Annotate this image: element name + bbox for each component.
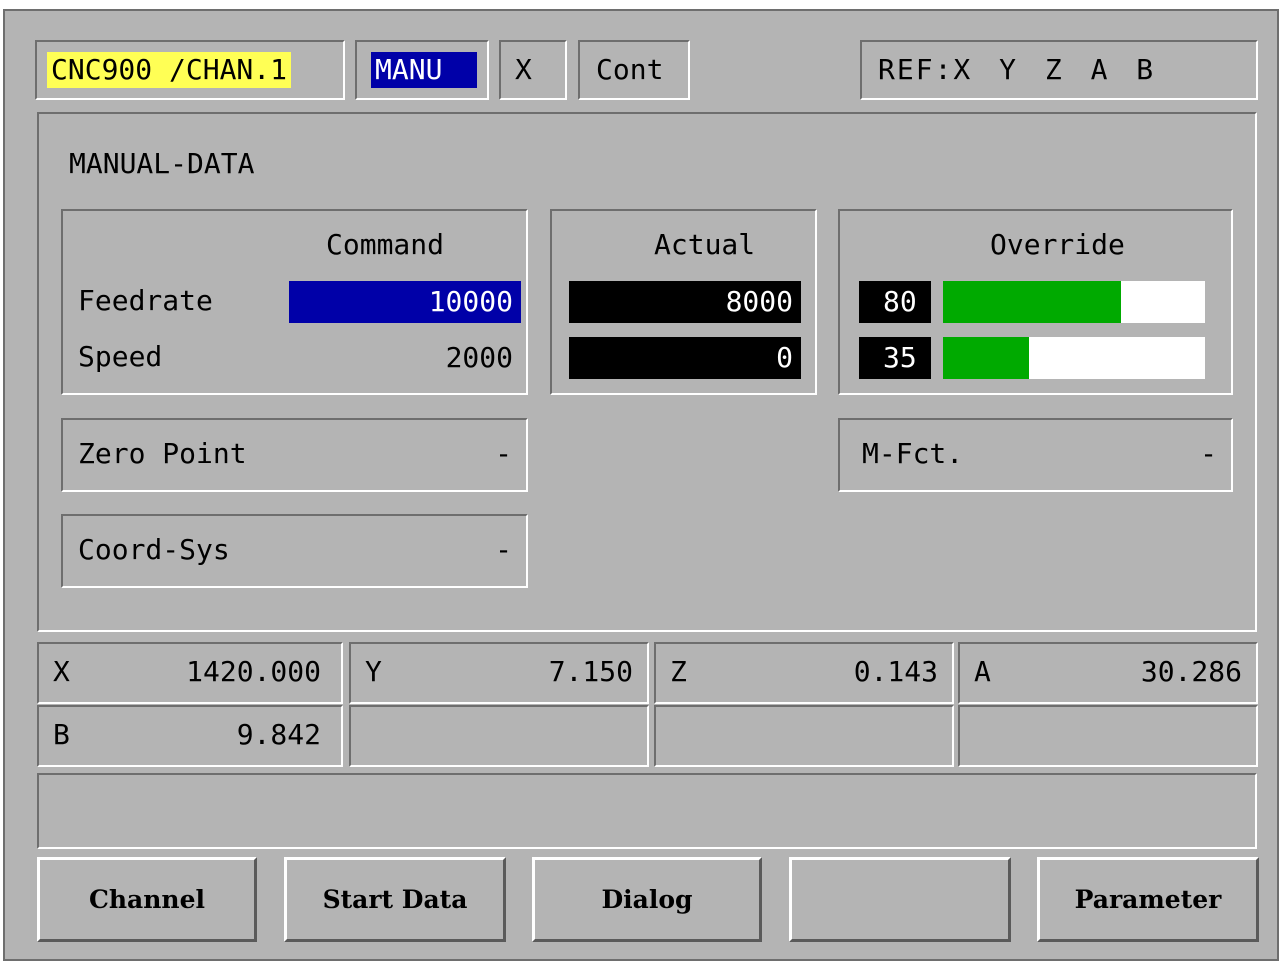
- m-fct-box[interactable]: M-Fct. -: [838, 418, 1233, 492]
- axis-select-box[interactable]: X: [499, 40, 567, 100]
- axis-select-label: X: [515, 53, 532, 86]
- speed-override-value-box: 35: [859, 337, 931, 379]
- axis-name: B: [53, 718, 70, 751]
- softkey-dialog[interactable]: Dialog: [532, 857, 762, 942]
- speed-override-bar-track: [943, 337, 1205, 379]
- message-line: [37, 773, 1257, 849]
- feed-override-value: 80: [883, 285, 917, 318]
- axis-cell-empty: [958, 705, 1258, 767]
- feedrate-command-field[interactable]: 10000: [289, 281, 521, 323]
- axis-value: 7.150: [548, 655, 633, 688]
- feedrate-actual-value: 8000: [725, 285, 793, 318]
- feedrate-command-value: 10000: [428, 285, 513, 318]
- panel-title: MANUAL-DATA: [69, 147, 255, 180]
- speed-label: Speed: [78, 340, 163, 373]
- axis-value: 1420.000: [186, 655, 321, 688]
- ref-status-box: REF:X Y Z A B: [860, 40, 1258, 100]
- speed-override-bar-fill: [943, 337, 1030, 379]
- feedrate-label: Feedrate: [78, 284, 213, 317]
- axis-name: Z: [670, 655, 687, 688]
- zero-point-box[interactable]: Zero Point -: [61, 418, 528, 492]
- axis-value: 30.286: [1140, 655, 1242, 688]
- speed-actual-field: 0: [569, 337, 801, 379]
- coord-sys-value: -: [495, 533, 512, 566]
- speed-command-field[interactable]: 2000: [289, 337, 521, 379]
- actual-header: Actual: [654, 228, 756, 261]
- feedrate-actual-field: 8000: [569, 281, 801, 323]
- speed-command-value: 2000: [445, 341, 513, 374]
- ref-status-label: REF:X Y Z A B: [878, 53, 1156, 86]
- axis-cell-a: A 30.286: [958, 642, 1258, 704]
- mode-box[interactable]: MANU: [355, 40, 489, 100]
- m-fct-value: -: [1200, 437, 1217, 470]
- axis-name: Y: [365, 655, 382, 688]
- axis-name: A: [974, 655, 991, 688]
- command-header: Command: [326, 228, 445, 261]
- axis-cell-x: X 1420.000: [37, 642, 343, 704]
- softkey-parameter[interactable]: Parameter: [1037, 857, 1259, 942]
- speed-actual-value: 0: [776, 341, 793, 374]
- coord-sys-label: Coord-Sys: [78, 533, 230, 566]
- cont-label: Cont: [596, 53, 664, 86]
- channel-label: CNC900 /CHAN.1: [47, 52, 292, 88]
- axis-value: 0.143: [853, 655, 938, 688]
- axis-cell-empty: [349, 705, 649, 767]
- softkey-channel[interactable]: Channel: [37, 857, 257, 942]
- override-header: Override: [990, 228, 1125, 261]
- axis-value: 9.842: [236, 718, 321, 751]
- mode-label: MANU: [371, 52, 477, 88]
- cont-box[interactable]: Cont: [578, 40, 690, 100]
- channel-box[interactable]: CNC900 /CHAN.1: [35, 40, 345, 100]
- axis-cell-y: Y 7.150: [349, 642, 649, 704]
- feed-override-value-box: 80: [859, 281, 931, 323]
- feed-override-bar-fill: [943, 281, 1122, 323]
- coord-sys-box[interactable]: Coord-Sys -: [61, 514, 528, 588]
- m-fct-label: M-Fct.: [862, 437, 964, 470]
- axis-cell-b: B 9.842: [37, 705, 343, 767]
- zero-point-label: Zero Point: [78, 437, 247, 470]
- softkey-empty[interactable]: [789, 857, 1011, 942]
- zero-point-value: -: [495, 437, 512, 470]
- axis-name: X: [53, 655, 70, 688]
- axis-cell-empty: [654, 705, 954, 767]
- feed-override-bar-track: [943, 281, 1205, 323]
- softkey-start-data[interactable]: Start Data: [284, 857, 506, 942]
- speed-override-value: 35: [883, 341, 917, 374]
- axis-cell-z: Z 0.143: [654, 642, 954, 704]
